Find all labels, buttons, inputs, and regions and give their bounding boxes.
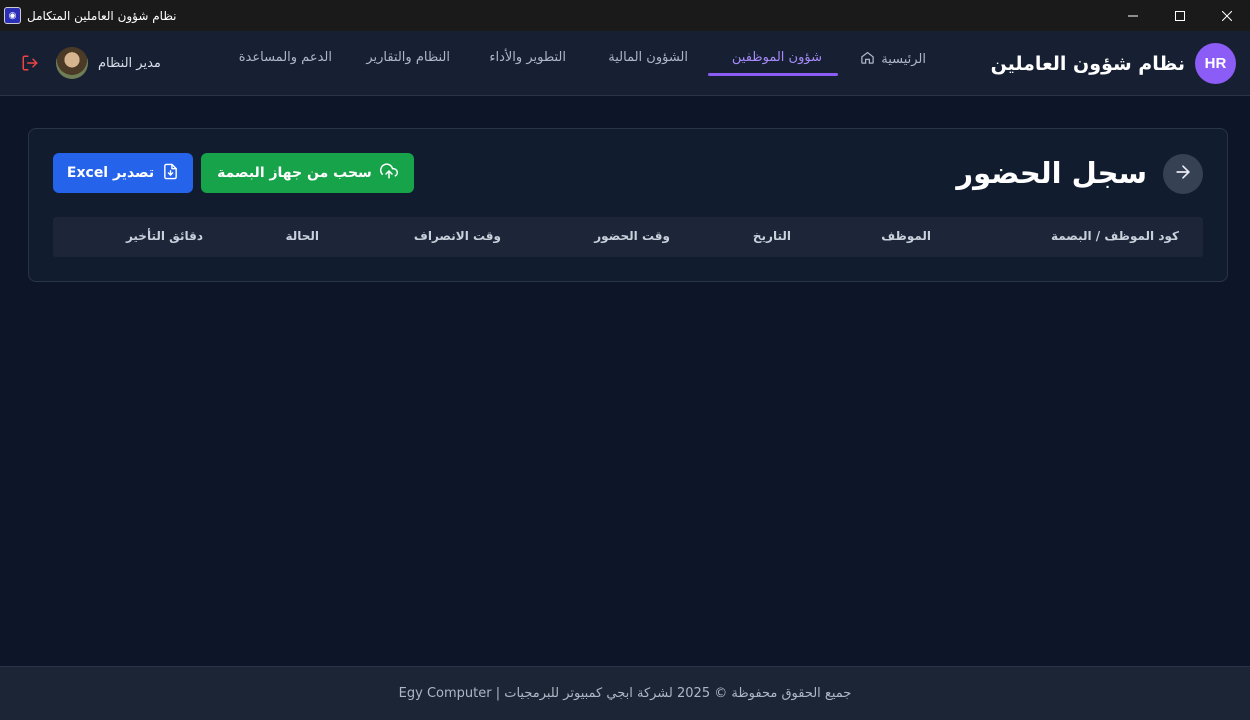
home-icon — [860, 50, 875, 69]
nav-item-development[interactable]: التطوير والأداء — [489, 50, 566, 65]
window-titlebar: ◉ نظام شؤون العاملين المتكامل — [0, 0, 1250, 31]
column-header[interactable]: كود الموظف / البصمة — [1051, 229, 1179, 243]
active-tab-indicator — [708, 73, 838, 76]
nav-item-home[interactable]: الرئيسية — [860, 50, 926, 69]
brand-badge: HR — [1195, 43, 1236, 84]
file-download-icon — [162, 163, 179, 184]
column-header[interactable]: وقت الانصراف — [414, 229, 501, 243]
maximize-icon[interactable] — [1156, 0, 1203, 31]
close-icon[interactable] — [1203, 0, 1250, 31]
nav-item-label: الشؤون المالية — [608, 50, 688, 65]
brand[interactable]: HR نظام شؤون العاملين — [991, 43, 1236, 84]
column-header[interactable]: وقت الحضور — [594, 229, 670, 243]
top-navbar: HR نظام شؤون العاملين الرئيسية شؤون المو… — [0, 31, 1250, 96]
brand-title: نظام شؤون العاملين — [990, 52, 1185, 75]
export-excel-button[interactable]: تصدير Excel — [53, 153, 193, 193]
window-title: نظام شؤون العاملين المتكامل — [27, 8, 177, 23]
nav-item-label: الدعم والمساعدة — [238, 50, 332, 65]
user-name: مدير النظام — [98, 55, 161, 71]
footer: جميع الحقوق محفوظة © 2025 لشركة ابجي كمب… — [0, 666, 1250, 720]
cloud-upload-icon — [379, 162, 398, 184]
page-title: سجل الحضور — [956, 156, 1147, 190]
app-icon: ◉ — [4, 7, 21, 24]
sync-button-label: سحب من جهاز البصمة — [217, 165, 372, 181]
column-header[interactable]: الحالة — [285, 229, 319, 243]
attendance-card: سجل الحضور سحب من جهاز البصمة تصدير Exce… — [28, 128, 1228, 282]
nav-item-label: التطوير والأداء — [489, 50, 566, 65]
nav-item-label: شؤون الموظفين — [731, 50, 822, 65]
column-header[interactable]: التاريخ — [753, 229, 791, 243]
window-controls — [1109, 0, 1250, 31]
minimize-icon[interactable] — [1109, 0, 1156, 31]
column-header[interactable]: دقائق التأخير — [126, 229, 203, 243]
footer-copyright: جميع الحقوق محفوظة © 2025 لشركة ابجي كمب… — [398, 686, 852, 701]
arrow-right-icon — [1173, 162, 1193, 186]
nav-item-finance[interactable]: الشؤون المالية — [608, 50, 688, 65]
titlebar-left: ◉ نظام شؤون العاملين المتكامل — [0, 7, 177, 24]
nav-item-label: الرئيسية — [881, 52, 926, 67]
nav-item-support[interactable]: الدعم والمساعدة — [239, 50, 332, 65]
attendance-table-header: كود الموظف / البصمة الموظف التاريخ وقت ا… — [53, 217, 1203, 257]
nav-item-system-reports[interactable]: النظام والتقارير — [366, 50, 450, 65]
back-button[interactable] — [1163, 154, 1203, 194]
column-header[interactable]: الموظف — [881, 229, 931, 243]
nav-item-label: النظام والتقارير — [366, 50, 450, 65]
nav-item-employees[interactable]: شؤون الموظفين — [732, 50, 822, 65]
sync-fingerprint-button[interactable]: سحب من جهاز البصمة — [201, 153, 414, 193]
logout-icon[interactable] — [20, 53, 40, 73]
user-menu: مدير النظام — [20, 47, 161, 79]
avatar[interactable] — [56, 47, 88, 79]
export-button-label: تصدير Excel — [66, 165, 155, 181]
